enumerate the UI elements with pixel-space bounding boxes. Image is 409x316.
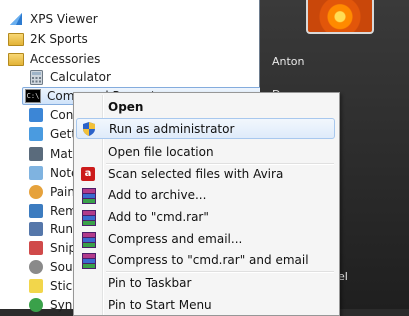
program-item-sound-recorder[interactable]: Sou [28,258,73,276]
program-item-sticky-notes[interactable]: Stick [28,277,79,295]
shield-icon [81,121,97,137]
winrar-icon [80,187,96,204]
program-item-sync-center[interactable]: Sync [28,296,79,314]
avira-icon: a [80,166,96,182]
program-item-paint[interactable]: Pain [28,183,75,201]
getting-started-icon [28,126,44,142]
math-input-icon [28,146,44,162]
program-label: Calculator [50,70,111,84]
xps-viewer-icon [8,11,24,27]
program-item-getting-started[interactable]: Gett [28,125,76,143]
program-item-snipping-tool[interactable]: Snip [28,239,76,257]
program-label: Pain [50,185,75,199]
menu-item-open-file-location[interactable]: Open file location [76,141,335,162]
menu-item-compress-and-email[interactable]: Compress and email... [76,228,335,249]
program-label: Run [50,222,74,236]
user-avatar[interactable] [306,0,374,34]
connect-icon [28,107,44,123]
menu-item-pin-to-taskbar[interactable]: Pin to Taskbar [76,272,335,293]
command-prompt-icon: C:\ [25,88,41,104]
program-item-xps-viewer[interactable]: XPS Viewer [8,10,98,28]
program-label: Accessories [30,52,101,66]
program-item-notepad[interactable]: Note [28,164,78,182]
menu-item-add-to-cmd-rar[interactable]: Add to "cmd.rar" [76,206,335,227]
remote-desktop-icon [28,203,44,219]
paint-icon [28,184,44,200]
notepad-icon [28,165,44,181]
program-label: 2K Sports [30,32,88,46]
winrar-icon [80,231,96,248]
program-item-remote-desktop[interactable]: Rem [28,202,77,220]
menu-item-pin-to-start-menu[interactable]: Pin to Start Menu [76,294,335,315]
menu-item-compress-to-cmd-rar-email[interactable]: Compress to "cmd.rar" and email [76,249,335,270]
winrar-icon [80,252,96,269]
sticky-notes-icon [28,278,44,294]
program-item-run[interactable]: Run [28,220,73,238]
program-item-calculator[interactable]: Calculator [28,68,111,86]
snipping-tool-icon [28,240,44,256]
winrar-icon [80,209,96,226]
menu-item-run-as-administrator[interactable]: Run as administrator [76,118,335,139]
calculator-icon [28,69,44,85]
folder-icon [8,51,24,67]
program-item-accessories[interactable]: Accessories [8,50,100,68]
menu-item-add-to-archive[interactable]: Add to archive... [76,184,335,205]
sync-center-icon [28,297,44,313]
context-menu: Open Run as administrator Open file loca… [73,92,340,316]
program-label: Sou [50,260,73,274]
program-label: Con [50,108,74,122]
menu-item-scan-avira[interactable]: a Scan selected files with Avira [76,163,335,184]
program-item-2k-sports[interactable]: 2K Sports [8,30,88,48]
run-icon [28,221,44,237]
right-item-user[interactable]: Anton [272,55,305,68]
folder-icon [8,31,24,47]
sound-recorder-icon [28,259,44,275]
menu-item-open[interactable]: Open [76,96,335,117]
program-label: XPS Viewer [30,12,98,26]
program-item-connect[interactable]: Con [28,106,73,124]
